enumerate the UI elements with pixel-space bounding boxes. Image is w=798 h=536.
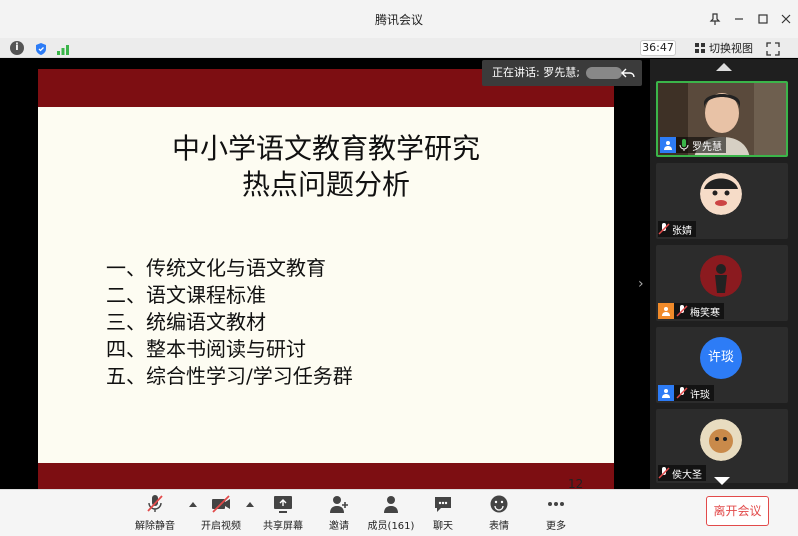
participant-tile[interactable]: 张婧 <box>656 163 788 239</box>
cartoon-avatar <box>700 173 742 215</box>
members-icon <box>384 496 398 513</box>
switch-view-label: 切换视图 <box>709 42 753 55</box>
text-avatar: 许琰 <box>700 337 742 379</box>
photo-avatar <box>700 255 742 297</box>
slide-title-line1: 中小学语文教育教学研究 <box>171 132 480 165</box>
shield-icon[interactable] <box>34 41 48 55</box>
user-icon <box>660 137 676 153</box>
participant-name: 侯大圣 <box>672 469 702 481</box>
mic-muted-icon <box>676 386 688 400</box>
minimize-button[interactable] <box>728 8 750 30</box>
meeting-toolbar: i 36:47 切换视图 <box>0 38 798 58</box>
photo-avatar <box>700 419 742 461</box>
shared-screen-area: 中小学语文教育教学研究 热点问题分析 一、传统文化与语文教育 二、语文课程标准 … <box>0 59 650 491</box>
video-off-icon <box>212 495 230 513</box>
scroll-up-icon[interactable] <box>716 63 732 71</box>
reactions-button[interactable]: 表情 <box>474 494 524 534</box>
user-icon <box>658 385 674 401</box>
more-icon <box>548 502 564 506</box>
participant-tile[interactable]: 罗先慧 <box>656 81 788 157</box>
unmute-label: 解除静音 <box>135 521 175 532</box>
user-icon <box>658 303 674 319</box>
meeting-window: 腾讯会议 i 36:47 切换视图 中小学语文教育教学研究 热点问题分析 一、传… <box>0 0 798 536</box>
chat-button[interactable]: 聊天 <box>418 494 468 534</box>
share-screen-button[interactable]: 共享屏幕 <box>258 494 308 534</box>
meeting-timer: 36:47 <box>640 40 676 56</box>
fullscreen-icon[interactable] <box>766 41 780 56</box>
participant-label: 许琰 <box>658 385 714 401</box>
maximize-button[interactable] <box>752 8 774 30</box>
chat-label: 聊天 <box>433 521 453 532</box>
invite-label: 邀请 <box>329 521 349 532</box>
close-button[interactable] <box>775 8 797 30</box>
participant-label: 梅笑寒 <box>658 303 724 319</box>
signal-icon[interactable] <box>56 41 70 55</box>
slide-list-item: 一、传统文化与语文教育 <box>106 256 326 280</box>
invite-button[interactable]: 邀请 <box>314 494 364 534</box>
emoji-icon <box>490 495 508 513</box>
back-icon[interactable] <box>620 65 636 81</box>
speaking-text: 正在讲话: 罗先慧; <box>492 66 580 79</box>
meeting-controls: 解除静音 开启视频 共享屏幕 邀请 成员(161) 聊天 表情 更多 离开会议 <box>0 489 798 536</box>
slide-footer-band <box>38 463 614 489</box>
participant-panel: 罗先慧 张婧 梅笑寒 许琰 许琰 侯大圣 <box>650 59 798 489</box>
title-bar: 腾讯会议 <box>0 0 798 38</box>
mic-muted-icon <box>676 304 688 318</box>
share-screen-label: 共享屏幕 <box>263 521 303 532</box>
participant-name: 许琰 <box>690 389 710 401</box>
window-title: 腾讯会议 <box>374 13 423 27</box>
participant-name: 梅笑寒 <box>690 307 720 319</box>
mic-muted-icon <box>147 495 163 512</box>
info-icon[interactable]: i <box>10 41 24 55</box>
participant-label: 罗先慧 <box>660 137 726 153</box>
switch-view-button[interactable]: 切换视图 <box>694 40 753 56</box>
participant-label: 张婧 <box>658 221 696 237</box>
start-video-button[interactable]: 开启视频 <box>196 494 246 534</box>
participant-name: 罗先慧 <box>692 141 722 153</box>
redacted-name <box>585 67 622 79</box>
participant-name: 张婧 <box>672 225 692 237</box>
leave-meeting-button[interactable]: 离开会议 <box>706 496 769 526</box>
slide-list: 一、传统文化与语文教育 二、语文课程标准 三、统编语文教材 四、整本书阅读与研讨… <box>106 255 353 390</box>
invite-icon <box>330 496 348 513</box>
scroll-down-icon[interactable] <box>714 477 730 485</box>
slide-title-line2: 热点问题分析 <box>241 168 410 201</box>
video-options-icon[interactable] <box>246 502 254 507</box>
participant-tile[interactable]: 许琰 许琰 <box>656 327 788 403</box>
chat-icon <box>435 497 451 512</box>
slide-list-item: 三、统编语文教材 <box>106 310 266 334</box>
members-button[interactable]: 成员(161) <box>366 494 416 534</box>
participant-tile[interactable]: 梅笑寒 <box>656 245 788 321</box>
chevron-right-icon[interactable]: › <box>638 276 644 292</box>
mic-muted-icon <box>658 222 670 236</box>
more-button[interactable]: 更多 <box>531 494 581 534</box>
mic-active-icon <box>678 138 690 152</box>
reactions-label: 表情 <box>489 521 509 532</box>
members-label: 成员(161) <box>367 521 415 532</box>
mic-muted-icon <box>658 466 670 480</box>
speaking-banner: 正在讲话: 罗先慧; <box>482 60 642 86</box>
participant-tile[interactable]: 侯大圣 <box>656 409 788 483</box>
start-video-label: 开启视频 <box>201 521 241 532</box>
slide-list-item: 四、整本书阅读与研讨 <box>106 337 306 361</box>
more-label: 更多 <box>546 521 566 532</box>
share-screen-icon <box>274 496 292 513</box>
slide-list-item: 二、语文课程标准 <box>106 283 266 307</box>
grid-icon <box>695 43 705 53</box>
unmute-button[interactable]: 解除静音 <box>130 494 180 534</box>
presentation-slide: 中小学语文教育教学研究 热点问题分析 一、传统文化与语文教育 二、语文课程标准 … <box>38 69 614 491</box>
participant-label: 侯大圣 <box>658 465 706 481</box>
slide-list-item: 五、综合性学习/学习任务群 <box>106 364 353 388</box>
pin-icon[interactable] <box>704 8 726 30</box>
